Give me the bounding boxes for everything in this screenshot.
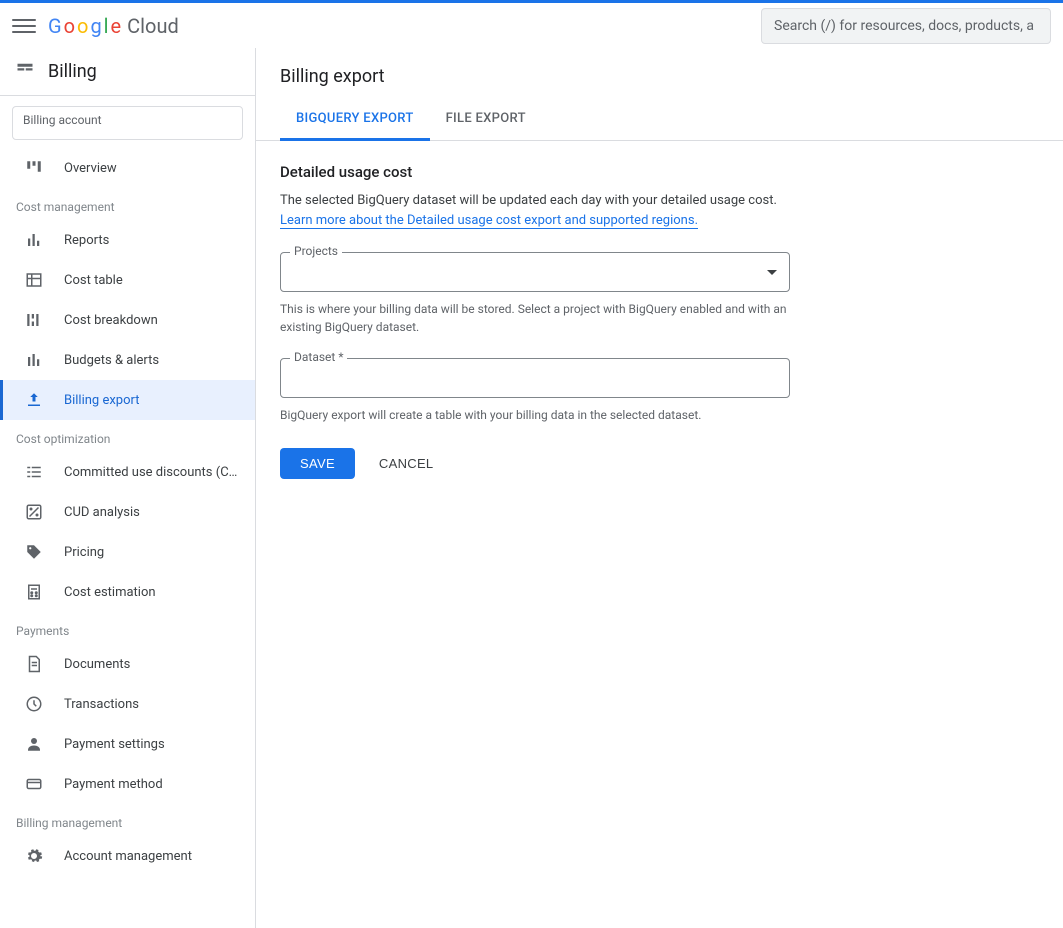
sidebar-item-cost-table[interactable]: Cost table [0,260,255,300]
sidebar-item-label: Cost table [64,273,123,288]
sidebar-item-label: Payment settings [64,737,165,752]
sidebar-item-label: Reports [64,233,109,248]
main-content: Billing export BIGQUERY EXPORT FILE EXPO… [256,48,1063,928]
sidebar-header: Billing [0,48,255,96]
sidebar-item-label: Budgets & alerts [64,353,159,368]
gear-icon [24,846,44,866]
sidebar-item-cost-estimation[interactable]: Cost estimation [0,572,255,612]
sidebar-item-payment-method[interactable]: Payment method [0,764,255,804]
document-icon [24,654,44,674]
clock-icon [24,694,44,714]
sidebar-item-committed-use-discounts-c[interactable]: Committed use discounts (C… [0,452,255,492]
export-icon [24,390,44,410]
sidebar-item-overview[interactable]: Overview [0,148,255,188]
sidebar-item-transactions[interactable]: Transactions [0,684,255,724]
sidebar: Billing Billing account Overview Cost man… [0,48,256,928]
search-input[interactable]: Search (/) for resources, docs, products… [761,8,1051,44]
sidebar-item-budgets-alerts[interactable]: Budgets & alerts [0,340,255,380]
sidebar-item-label: Account management [64,849,192,864]
dashboard-icon [24,158,44,178]
dataset-helper-text: BigQuery export will create a table with… [280,406,790,424]
sidebar-item-label: Overview [64,161,117,176]
section-description: The selected BigQuery dataset will be up… [280,193,777,208]
sidebar-item-label: Committed use discounts (C… [64,465,237,480]
breakdown-icon [24,310,44,330]
sidebar-item-cud-analysis[interactable]: CUD analysis [0,492,255,532]
tag-icon [24,542,44,562]
search-placeholder: Search (/) for resources, docs, products… [774,18,1034,34]
learn-more-link[interactable]: Learn more about the Detailed usage cost… [280,213,698,229]
sidebar-item-cost-breakdown[interactable]: Cost breakdown [0,300,255,340]
sidebar-item-payment-settings[interactable]: Payment settings [0,724,255,764]
sidebar-item-reports[interactable]: Reports [0,220,255,260]
sidebar-item-label: Billing export [64,393,139,408]
billing-account-selector[interactable]: Billing account [12,106,243,140]
sidebar-item-label: Payment method [64,777,163,792]
sidebar-item-label: Documents [64,657,130,672]
dataset-field[interactable]: Dataset * [280,358,790,398]
hamburger-menu-icon[interactable] [12,14,36,38]
tab-file-export[interactable]: FILE EXPORT [430,99,542,140]
top-bar: Google Cloud Search (/) for resources, d… [0,0,1063,48]
sidebar-item-label: CUD analysis [64,505,140,520]
dropdown-arrow-icon [767,270,777,275]
projects-field[interactable]: Projects [280,252,790,292]
sidebar-item-label: Transactions [64,697,139,712]
tab-bigquery-export[interactable]: BIGQUERY EXPORT [280,99,430,141]
sidebar-item-documents[interactable]: Documents [0,644,255,684]
bar-chart-icon [24,230,44,250]
projects-helper-text: This is where your billing data will be … [280,300,790,336]
sidebar-section-label: Payments [0,612,255,644]
billing-icon [16,60,34,83]
sidebar-section-label: Cost management [0,188,255,220]
card-icon [24,774,44,794]
google-cloud-logo[interactable]: Google Cloud [48,14,179,38]
calculator-icon [24,582,44,602]
list-icon [24,462,44,482]
logo-cloud-text: Cloud [127,14,179,38]
sidebar-section-label: Cost optimization [0,420,255,452]
table-icon [24,270,44,290]
save-button[interactable]: SAVE [280,448,355,479]
budget-icon [24,350,44,370]
sidebar-item-label: Pricing [64,545,104,560]
sidebar-item-account-management[interactable]: Account management [0,836,255,876]
section-heading: Detailed usage cost [280,163,1039,181]
page-title: Billing export [256,48,1063,87]
dataset-label: Dataset * [290,350,347,364]
billing-account-label: Billing account [23,113,102,127]
sidebar-item-label: Cost estimation [64,585,156,600]
percent-icon [24,502,44,522]
sidebar-item-billing-export[interactable]: Billing export [0,380,255,420]
sidebar-item-pricing[interactable]: Pricing [0,532,255,572]
person-icon [24,734,44,754]
cancel-button[interactable]: CANCEL [379,456,434,471]
projects-label: Projects [290,244,342,258]
sidebar-section-label: Billing management [0,804,255,836]
sidebar-title: Billing [48,61,97,82]
sidebar-item-label: Cost breakdown [64,313,158,328]
tabs: BIGQUERY EXPORT FILE EXPORT [256,99,1063,141]
